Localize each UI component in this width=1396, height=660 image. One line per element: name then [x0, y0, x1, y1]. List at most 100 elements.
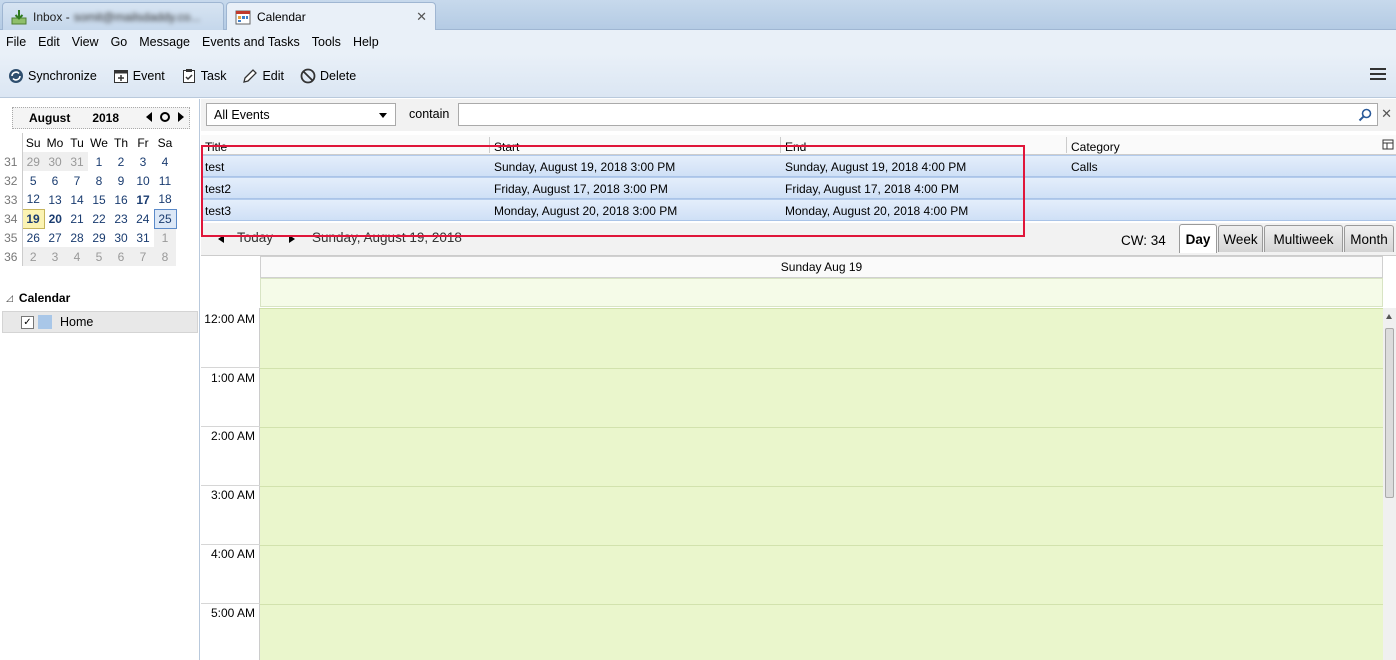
mini-day[interactable]: 30	[110, 228, 132, 247]
mini-day[interactable]: 7	[132, 247, 154, 266]
mini-day[interactable]: 28	[66, 228, 88, 247]
event-icon	[113, 69, 128, 83]
tab-week[interactable]: Week	[1218, 225, 1263, 252]
tab-inbox[interactable]: Inbox - somit@mailsdaddy.co...	[2, 2, 224, 30]
mini-day[interactable]: 4	[66, 247, 88, 266]
event-filter-bar: All Events contain ✕	[201, 99, 1396, 131]
calendar-item-home[interactable]: ✓ Home	[2, 311, 198, 333]
tab-multiweek[interactable]: Multiweek	[1264, 225, 1343, 252]
mini-day[interactable]: 5	[22, 171, 44, 190]
mini-month-month[interactable]: August	[29, 111, 70, 125]
menu-go[interactable]: Go	[111, 35, 128, 49]
hour-label: 4:00 AM	[210, 547, 255, 561]
day-time-grid[interactable]	[260, 308, 1383, 660]
mini-day[interactable]: 11	[154, 171, 176, 190]
column-header-category[interactable]: Category	[1071, 140, 1120, 154]
close-icon[interactable]: ✕	[1381, 106, 1392, 122]
hour-label: 3:00 AM	[210, 488, 255, 502]
previous-month-icon[interactable]	[146, 112, 152, 122]
mini-day[interactable]: 10	[132, 171, 154, 190]
mini-day[interactable]: 31	[66, 152, 88, 171]
mini-day[interactable]: 26	[22, 228, 44, 247]
mini-day[interactable]: 22	[88, 209, 110, 228]
app-menu-icon[interactable]	[1370, 68, 1386, 82]
mini-day[interactable]: 21	[66, 209, 88, 228]
mini-day[interactable]: 24	[132, 209, 154, 228]
mini-day[interactable]: 9	[110, 171, 132, 190]
tab-inbox-label: Inbox -	[33, 9, 70, 24]
mini-day[interactable]: 2	[110, 152, 132, 171]
mini-day[interactable]: 17	[132, 190, 154, 209]
mini-day[interactable]: 7	[66, 171, 88, 190]
today-circle-icon[interactable]	[160, 112, 170, 122]
mini-day[interactable]: 6	[44, 171, 66, 190]
annotation-highlight-box	[201, 145, 1025, 237]
menu-tools[interactable]: Tools	[312, 35, 341, 49]
menu-edit[interactable]: Edit	[38, 35, 60, 49]
edit-button[interactable]: Edit	[242, 68, 284, 84]
calendar-list-title: Calendar	[18, 291, 71, 305]
delete-icon	[300, 68, 316, 83]
event-search-input[interactable]	[458, 103, 1378, 126]
search-icon[interactable]	[1358, 108, 1372, 122]
event-filter-select[interactable]: All Events	[206, 103, 396, 126]
mini-day[interactable]: 5	[88, 247, 110, 266]
dropdown-arrow-icon	[379, 113, 387, 118]
mini-day[interactable]: 18	[154, 190, 176, 209]
hour-label: 2:00 AM	[210, 429, 255, 443]
hour-label: 1:00 AM	[210, 371, 255, 385]
mini-day[interactable]: 13	[44, 190, 66, 209]
mini-day[interactable]: 29	[88, 228, 110, 247]
calendar-list-header[interactable]: ◿ Calendar	[6, 291, 70, 305]
delete-button[interactable]: Delete	[300, 68, 356, 84]
mini-day[interactable]: 27	[44, 228, 66, 247]
menu-file[interactable]: File	[6, 35, 26, 49]
mini-day[interactable]: 8	[154, 247, 176, 266]
mini-day[interactable]: 31	[132, 228, 154, 247]
mini-day[interactable]: 16	[110, 190, 132, 209]
mini-day[interactable]: 1	[154, 228, 176, 247]
mini-day-today[interactable]: 19	[21, 208, 45, 229]
mini-day[interactable]: 20	[44, 209, 66, 228]
new-task-button[interactable]: Task	[181, 68, 226, 84]
scrollbar-thumb[interactable]	[1385, 328, 1394, 498]
mini-day-selected[interactable]: 25	[153, 208, 177, 229]
mini-day[interactable]: 6	[110, 247, 132, 266]
menu-view[interactable]: View	[72, 35, 99, 49]
mini-day[interactable]: 4	[154, 152, 176, 171]
menu-events-and-tasks[interactable]: Events and Tasks	[202, 35, 300, 49]
tab-month[interactable]: Month	[1344, 225, 1394, 252]
mini-day[interactable]: 23	[110, 209, 132, 228]
next-month-icon[interactable]	[178, 112, 184, 122]
synchronize-button[interactable]: Synchronize	[8, 68, 97, 84]
mini-day[interactable]: 14	[66, 190, 88, 209]
checkbox-checked-icon[interactable]: ✓	[21, 315, 34, 329]
close-icon[interactable]: ✕	[416, 9, 427, 25]
vertical-scrollbar[interactable]	[1383, 308, 1396, 660]
mini-day[interactable]: 3	[44, 247, 66, 266]
calendar-item-label: Home	[60, 315, 94, 329]
mini-day[interactable]: 8	[88, 171, 110, 190]
mini-month-year[interactable]: 2018	[92, 111, 119, 125]
week-number: 35	[0, 228, 23, 247]
mini-day[interactable]: 15	[88, 190, 110, 209]
scroll-up-icon[interactable]	[1386, 314, 1392, 319]
menu-message[interactable]: Message	[139, 35, 190, 49]
tab-day[interactable]: Day	[1179, 224, 1217, 253]
weekday-header: We	[90, 135, 108, 150]
mini-day[interactable]: 3	[132, 152, 154, 171]
calendar-toolbar: Synchronize Event Task Edit Delete	[0, 54, 1396, 98]
new-event-button[interactable]: Event	[113, 68, 165, 84]
mini-month-nav	[146, 112, 184, 122]
tab-calendar[interactable]: Calendar ✕	[226, 2, 436, 31]
collapse-triangle-icon[interactable]: ◿	[6, 293, 13, 304]
menu-help[interactable]: Help	[353, 35, 379, 49]
weekday-header: Fr	[137, 135, 149, 150]
mini-day[interactable]: 2	[22, 247, 44, 266]
all-day-row[interactable]	[260, 278, 1383, 307]
mini-day[interactable]: 12	[22, 190, 44, 209]
mini-day[interactable]: 1	[88, 152, 110, 171]
column-picker-icon[interactable]	[1382, 139, 1394, 151]
mini-day[interactable]: 29	[22, 152, 44, 171]
mini-day[interactable]: 30	[44, 152, 66, 171]
